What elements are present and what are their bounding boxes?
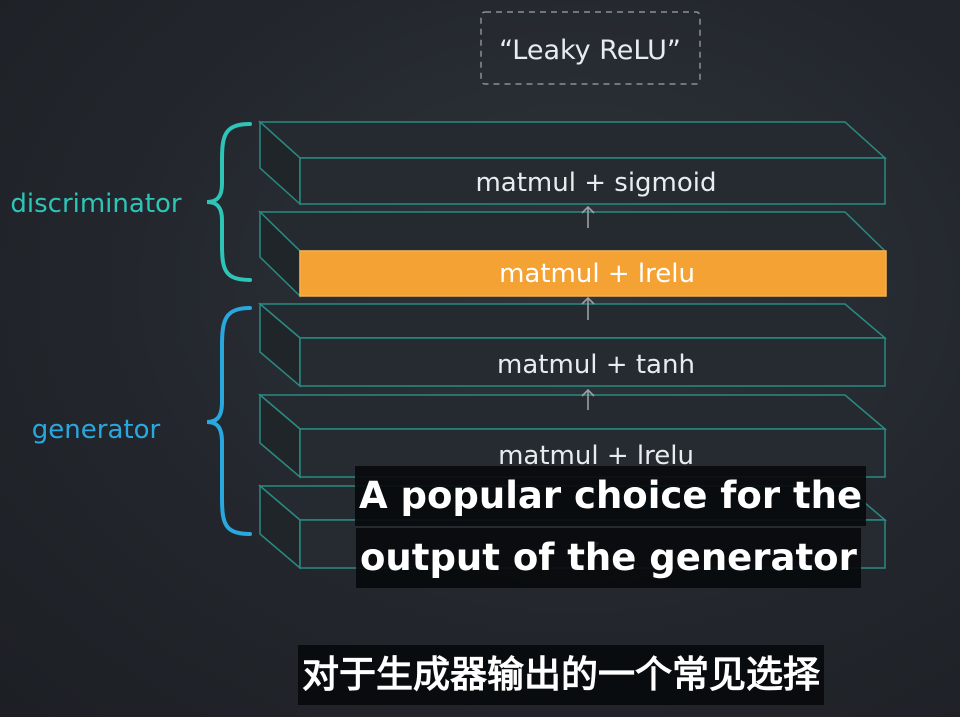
generator-brace bbox=[206, 306, 252, 536]
layer-generator-lrelu: matmul + lrelu bbox=[257, 393, 888, 479]
layer-tanh: matmul + tanh bbox=[257, 302, 888, 388]
subtitle-english-line-2: output of the generator bbox=[356, 528, 861, 588]
discriminator-brace bbox=[206, 122, 252, 282]
layer-sigmoid: matmul + sigmoid bbox=[258, 120, 887, 206]
subtitle-english-line-1: A popular choice for the bbox=[355, 466, 867, 526]
subtitle-chinese: 对于生成器输出的一个常见选择 bbox=[298, 645, 824, 705]
annotation-label: “Leaky ReLU” bbox=[499, 35, 681, 66]
layer-label-tanh: matmul + tanh bbox=[497, 350, 695, 380]
layer-label-discriminator-lrelu: matmul + lrelu bbox=[499, 259, 695, 289]
gan-architecture-diagram: “Leaky ReLU” z matmul + lrelu matmul + t… bbox=[10, 11, 888, 570]
discriminator-label: discriminator bbox=[10, 189, 182, 219]
layer-label-sigmoid: matmul + sigmoid bbox=[475, 168, 716, 198]
generator-label: generator bbox=[32, 415, 161, 445]
layer-discriminator-lrelu: matmul + lrelu bbox=[258, 210, 887, 298]
